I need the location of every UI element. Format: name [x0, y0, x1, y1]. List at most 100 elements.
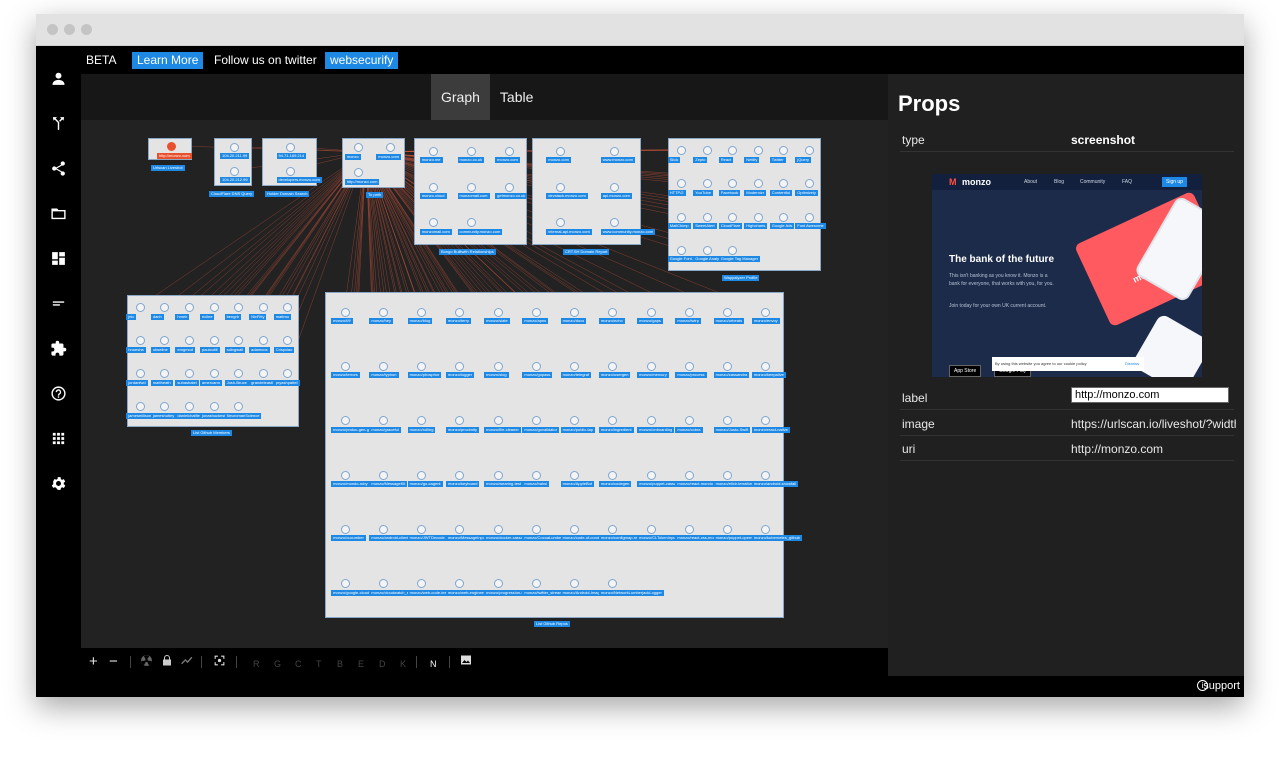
graph-node[interactable] — [467, 182, 476, 192]
graph-node[interactable] — [160, 336, 170, 346]
trend-icon[interactable] — [180, 654, 194, 670]
graph-node[interactable] — [378, 470, 388, 480]
graph-node[interactable] — [258, 369, 268, 379]
graph-group[interactable]: Slick Zepto React Netlify Twitter jQuery HTTP/… — [667, 138, 826, 271]
graph-node[interactable] — [531, 416, 541, 426]
graph-node[interactable] — [340, 579, 350, 589]
graph-node[interactable] — [504, 182, 514, 192]
graph-node[interactable] — [493, 307, 503, 317]
help-icon[interactable] — [48, 383, 69, 404]
graph-node[interactable] — [467, 218, 476, 228]
graph-node[interactable] — [340, 361, 350, 371]
graph-node[interactable] — [570, 307, 580, 317]
tab-graph[interactable]: Graph — [431, 74, 490, 120]
graph-node[interactable] — [229, 142, 239, 152]
filter-k-button[interactable]: K — [400, 656, 406, 672]
extension-icon[interactable] — [48, 338, 69, 359]
graph-node[interactable] — [702, 146, 712, 156]
graph-node[interactable] — [723, 470, 733, 480]
graph-node[interactable] — [135, 336, 145, 346]
short-text-icon[interactable] — [48, 293, 69, 314]
graph-node[interactable] — [417, 361, 427, 371]
graph-node[interactable] — [417, 470, 427, 480]
share-icon[interactable] — [48, 158, 69, 179]
graph-node[interactable] — [417, 307, 427, 317]
graph-node[interactable] — [723, 307, 733, 317]
graph-node[interactable] — [779, 146, 789, 156]
graph-group[interactable]: http://monzo.com — [148, 138, 192, 160]
graph-node[interactable] — [610, 218, 620, 228]
graph-node[interactable] — [531, 307, 541, 317]
graph-node[interactable] — [234, 402, 244, 412]
graph-node[interactable] — [455, 307, 465, 317]
graph-node[interactable] — [417, 524, 427, 534]
graph-node[interactable] — [570, 361, 580, 371]
graph-panel[interactable]: Graph Table http://monzo.com Urlscan Live… — [81, 74, 888, 662]
graph-node[interactable] — [684, 524, 694, 534]
graph-node[interactable] — [234, 336, 244, 346]
filter-d-button[interactable]: D — [379, 656, 386, 672]
graph-node[interactable] — [135, 303, 145, 313]
graph-node[interactable] — [761, 470, 771, 480]
learn-more-button[interactable]: Learn More — [132, 52, 204, 69]
graph-node[interactable] — [753, 146, 763, 156]
graph-node[interactable] — [504, 146, 514, 156]
radiation-icon[interactable] — [140, 654, 153, 670]
filter-g-button[interactable]: G — [274, 656, 281, 672]
graph-node[interactable] — [286, 142, 295, 152]
graph-node[interactable] — [283, 336, 293, 346]
graph-node[interactable] — [608, 579, 618, 589]
graph-node[interactable] — [804, 179, 814, 189]
filter-r-button[interactable]: R — [253, 656, 260, 672]
graph-node[interactable] — [160, 303, 170, 313]
graph-node[interactable] — [761, 307, 771, 317]
graph-node[interactable] — [646, 307, 656, 317]
graph-group[interactable]: monzo/f/f/monzo/hey monzo/blog monzo/terry… — [325, 292, 802, 618]
graph-node[interactable] — [455, 470, 465, 480]
graph-node[interactable] — [804, 146, 814, 156]
graph-node[interactable] — [354, 168, 364, 178]
graph-node[interactable] — [229, 166, 239, 176]
graph-node[interactable] — [761, 361, 771, 371]
graph-node[interactable] — [610, 146, 620, 156]
graph-node[interactable] — [429, 218, 439, 228]
graph-node[interactable] — [684, 416, 694, 426]
user-icon[interactable] — [48, 68, 69, 89]
graph-node[interactable] — [646, 524, 656, 534]
filter-c-button[interactable]: C — [295, 656, 302, 672]
graph-node[interactable] — [429, 146, 439, 156]
graph-node[interactable] — [610, 182, 620, 192]
graph-node[interactable] — [555, 182, 565, 192]
graph-group[interactable]: 104.20.211.99 104.20.212.99 — [214, 138, 252, 186]
settings-icon[interactable] — [48, 473, 69, 494]
graph-canvas[interactable]: http://monzo.com Urlscan Liveshot 104.20.2… — [81, 120, 888, 662]
folder-icon[interactable] — [48, 203, 69, 224]
graph-node[interactable] — [135, 402, 145, 412]
graph-node[interactable] — [646, 416, 656, 426]
graph-node[interactable] — [455, 361, 465, 371]
graph-node[interactable] — [608, 361, 618, 371]
graph-node[interactable] — [779, 179, 789, 189]
graph-node[interactable] — [135, 369, 145, 379]
graph-node[interactable] — [728, 212, 738, 222]
window-minimize-dot[interactable] — [64, 24, 75, 35]
graph-node[interactable] — [378, 416, 388, 426]
graph-node[interactable] — [340, 307, 350, 317]
graph-node[interactable] — [728, 179, 738, 189]
graph-node[interactable] — [779, 212, 789, 222]
graph-node[interactable] — [570, 524, 580, 534]
zoom-out-button[interactable]: − — [109, 654, 118, 670]
graph-node[interactable] — [728, 245, 738, 255]
graph-node[interactable] — [160, 369, 170, 379]
graph-node[interactable] — [378, 307, 388, 317]
graph-node[interactable] — [493, 416, 503, 426]
graph-node[interactable] — [258, 336, 268, 346]
apps-icon[interactable] — [48, 428, 69, 449]
graph-node[interactable] — [804, 212, 814, 222]
graph-node[interactable] — [702, 179, 712, 189]
merge-icon[interactable] — [48, 113, 69, 134]
graph-node[interactable] — [258, 303, 268, 313]
graph-node[interactable] — [234, 303, 244, 313]
graph-node[interactable] — [385, 143, 395, 153]
graph-node[interactable] — [166, 142, 176, 152]
